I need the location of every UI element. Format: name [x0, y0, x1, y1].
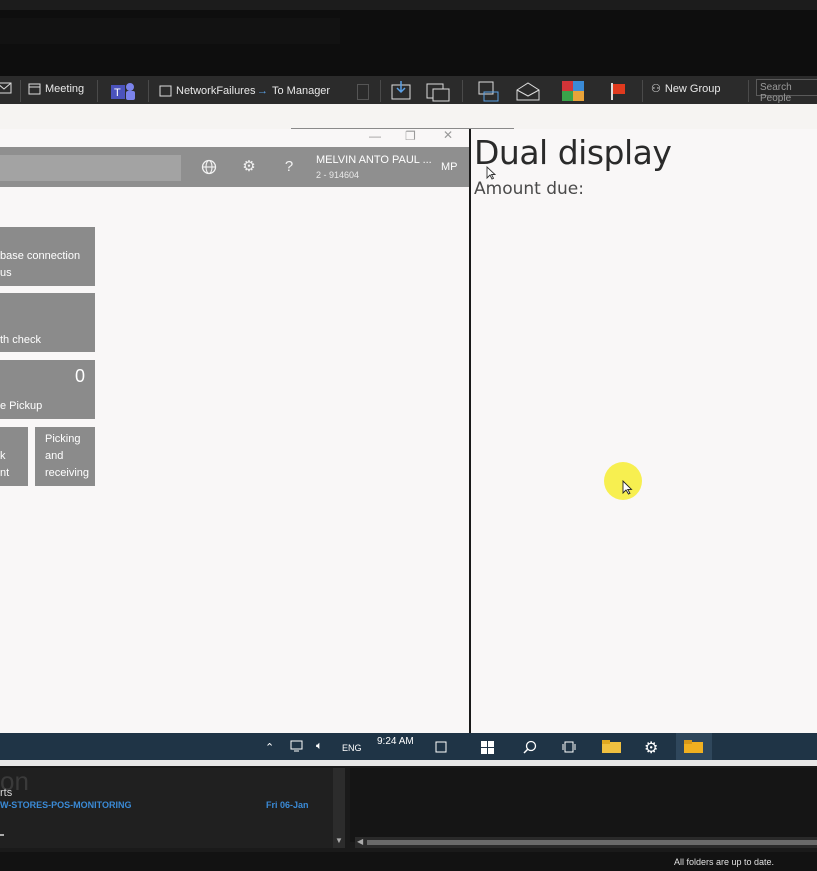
calendar-icon	[28, 83, 41, 95]
pos-window: — ❐ ✕ ⚙ ? MELVIN ANTO PAUL ... 2 - 91460…	[0, 128, 469, 733]
tile-health-check[interactable]: th check	[0, 293, 95, 352]
restore-button[interactable]: ❐	[405, 129, 416, 143]
new-group-button[interactable]: ⚇ New Group	[651, 82, 721, 96]
pane-divider	[0, 760, 817, 766]
outlook-taskbar-button[interactable]	[676, 733, 712, 760]
status-bar: All folders are up to date.	[0, 852, 817, 871]
teams-icon[interactable]: T	[108, 80, 136, 102]
open-envelope-icon[interactable]	[515, 80, 541, 102]
list-marker	[0, 834, 4, 836]
horizontal-scrollbar[interactable]: ◀	[355, 837, 817, 848]
scroll-down-icon[interactable]: ▼	[335, 836, 343, 845]
flag-icon[interactable]	[608, 81, 628, 101]
envelope-icon[interactable]	[0, 81, 12, 95]
tile-store-pickup[interactable]: 0 e Pickup	[0, 360, 95, 419]
quicksteps-scroll[interactable]	[357, 84, 369, 100]
message-sender: W-STORES-POS-MONITORING	[0, 800, 132, 810]
move-icon[interactable]	[390, 80, 414, 102]
window-backdrop	[0, 104, 817, 130]
user-name[interactable]: MELVIN ANTO PAUL ...	[316, 154, 432, 166]
tile-stock[interactable]: k nt	[0, 427, 28, 486]
to-manager-label: To Manager	[272, 85, 331, 97]
notifications-icon[interactable]	[435, 741, 447, 756]
task-view-icon[interactable]	[562, 741, 576, 756]
tile-stock-line2: nt	[0, 467, 10, 479]
tile-picking-receiving[interactable]: Picking and receiving	[35, 427, 95, 486]
group-icon: ⚇	[651, 83, 661, 95]
to-manager-quickstep[interactable]: → To Manager	[257, 85, 330, 97]
volume-icon[interactable]: 🔈︎	[316, 740, 323, 753]
tile-picking-label: Picking and receiving	[45, 433, 90, 479]
globe-icon[interactable]	[198, 156, 220, 178]
language-indicator[interactable]: ENG	[342, 743, 362, 753]
folder-icon	[684, 740, 703, 753]
file-explorer-icon[interactable]	[602, 739, 622, 757]
network-failures-quickstep[interactable]: NetworkFailures	[159, 85, 255, 97]
sync-status: All folders are up to date.	[674, 857, 775, 867]
reading-pane	[350, 768, 817, 842]
tile-health-label: th check	[0, 334, 41, 346]
rules-icon[interactable]	[425, 80, 451, 102]
tile-stock-line1: k	[0, 450, 6, 462]
scroll-thumb[interactable]	[367, 840, 817, 845]
outlook-ribbon: Meeting T NetworkFailures → To Manager ⚇…	[0, 76, 817, 104]
close-button[interactable]: ✕	[443, 128, 453, 142]
tile-pickup-count: 0	[74, 366, 85, 386]
search-people-input[interactable]: Search People	[756, 79, 817, 104]
tile-pickup-label: e Pickup	[0, 400, 43, 412]
tile-database-line1: base connection	[0, 250, 81, 262]
clock-time[interactable]: 9:24 AM	[377, 736, 414, 747]
vertical-scrollbar[interactable]: ▼	[333, 768, 345, 848]
pos-header: ⚙ ? MELVIN ANTO PAUL ... 2 - 914604 MP	[0, 147, 469, 187]
windows-start-icon[interactable]	[481, 741, 495, 758]
scroll-left-icon[interactable]: ◀	[357, 837, 363, 846]
top-title-area	[0, 18, 340, 44]
folder-label: rts	[0, 787, 13, 799]
settings-gear-icon[interactable]: ⚙	[644, 738, 658, 758]
meeting-label: Meeting	[45, 82, 85, 95]
network-icon[interactable]	[290, 740, 304, 755]
meeting-button[interactable]: Meeting	[28, 82, 84, 95]
windows-taskbar: ⌃ 🔈︎ ENG 9:24 AM ⚙	[0, 733, 817, 760]
tile-database-connection[interactable]: base connection us	[0, 227, 95, 286]
svg-text:T: T	[114, 87, 121, 99]
list-item[interactable]: W-STORES-POS-MONITORING Fri 06-Jan	[0, 800, 333, 814]
search-icon[interactable]	[523, 740, 537, 757]
chevron-up-icon[interactable]: ⌃	[265, 741, 274, 754]
dual-display-window: Dual display Amount due:	[469, 129, 817, 733]
top-strip	[0, 0, 817, 10]
arrow-right-icon: →	[257, 85, 268, 97]
network-failures-label: NetworkFailures	[176, 85, 256, 97]
mouse-pointer-icon	[486, 166, 496, 180]
new-group-label: New Group	[664, 82, 721, 95]
dual-display-title: Dual display	[474, 133, 672, 172]
help-icon[interactable]: ?	[278, 156, 300, 178]
categorize-icon[interactable]	[561, 80, 585, 102]
avatar[interactable]: MP	[441, 161, 458, 173]
search-input[interactable]	[0, 155, 181, 181]
mouse-pointer-icon	[622, 480, 633, 495]
gear-icon[interactable]: ⚙	[238, 156, 260, 178]
minimize-button[interactable]: —	[369, 129, 381, 143]
tile-database-line2: us	[0, 267, 12, 279]
outlook-bottom-pane: on rts W-STORES-POS-MONITORING Fri 06-Ja…	[0, 760, 817, 871]
user-id: 2 - 914604	[316, 170, 360, 180]
message-list: on rts W-STORES-POS-MONITORING Fri 06-Ja…	[0, 768, 333, 848]
message-date: Fri 06-Jan	[266, 800, 309, 810]
folder-icon	[159, 85, 172, 97]
amount-due-label: Amount due:	[474, 179, 584, 199]
assign-policy-icon[interactable]	[476, 80, 500, 102]
